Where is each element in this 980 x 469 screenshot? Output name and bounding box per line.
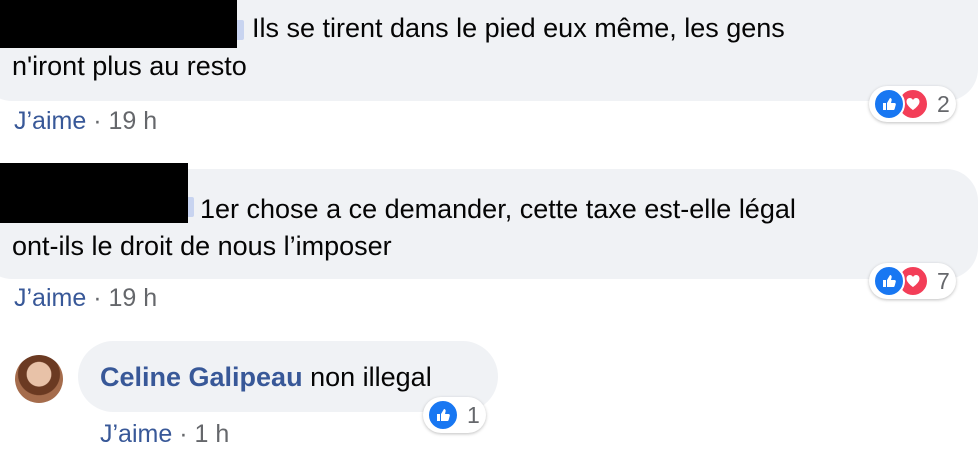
comment-time[interactable]: · 19 h [93,107,157,135]
comment-actions: J’aime · 1 h [100,420,229,449]
reaction-count: 7 [937,267,950,294]
reaction-summary[interactable]: 2 [869,86,956,122]
avatar[interactable] [15,355,63,403]
comment-text-line: 1er chose a ce demander, cette taxe est-… [200,194,796,224]
comment-author-link[interactable]: Celine Galipeau [100,362,303,392]
comment-text-line: ont-ils le droit de nous l’imposer [12,231,392,261]
reaction-summary[interactable]: 1 [423,397,486,433]
comment-time[interactable]: · 1 h [179,420,229,448]
thumbs-up-reaction-icon [427,399,459,431]
reaction-summary[interactable]: 7 [869,263,956,299]
comment-actions: J’aime · 19 h [14,284,157,313]
comment-text: non illegal [310,362,432,392]
redacted-author-name [0,0,237,48]
comment-text-line: n'iront plus au resto [12,51,247,81]
reaction-count: 2 [937,90,950,117]
comment-actions: J’aime · 19 h [14,107,157,136]
comment-time[interactable]: · 19 h [93,284,157,312]
like-link[interactable]: J’aime [14,107,86,135]
reaction-count: 1 [467,401,480,428]
thumbs-up-reaction-icon [873,265,905,297]
like-link[interactable]: J’aime [100,420,172,448]
redacted-author-name [0,163,188,223]
thumbs-up-reaction-icon [873,88,905,120]
like-link[interactable]: J’aime [14,284,86,312]
comment-text-line: Ils se tirent dans le pied eux même, les… [252,13,785,43]
